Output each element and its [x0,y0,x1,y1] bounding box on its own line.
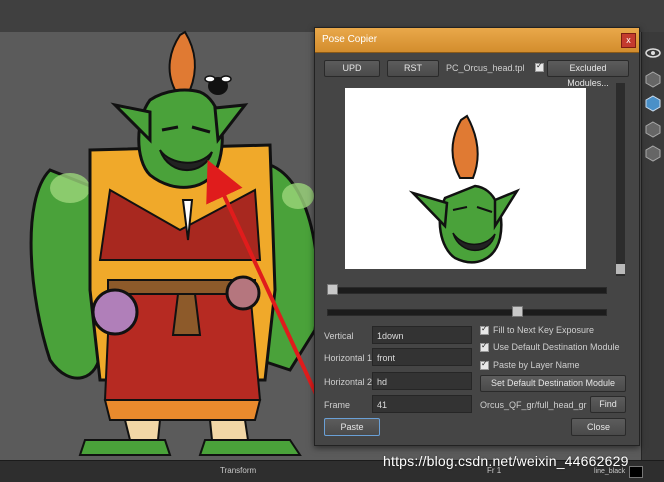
orc-head-thumbnail [408,114,521,264]
window-title-bar[interactable]: Pose Copier x [315,28,639,53]
excluded-modules-button[interactable]: Excluded Modules... [547,60,629,88]
line-color-label: line_black [594,468,626,475]
horizontal1-field[interactable]: front [372,348,472,366]
watermark-text: https://blog.csdn.net/weixin_44662629 [383,453,629,469]
slider-2-thumb[interactable] [512,306,523,317]
cube-icon[interactable] [644,120,662,138]
paste-by-layer-label: Paste by Layer Name [493,360,580,370]
fill-next-key-label: Fill to Next Key Exposure [493,325,595,335]
horizontal1-label: Horizontal 1 [324,353,373,363]
frame-label: Frame [324,400,351,410]
orc-character-artwork [29,30,320,456]
scrollbar-thumb[interactable] [616,264,625,274]
window-title: Pose Copier [322,34,378,45]
vertical-label: Vertical [324,331,354,341]
destination-path: Orcus_QF_gr/full_head_gr [480,400,587,410]
frame-field[interactable]: 41 [372,395,472,413]
horizontal2-label: Horizontal 2 [324,377,373,387]
use-default-dest-checkbox[interactable] [480,341,489,352]
pose-copier-window: Pose Copier x UPD RST PC_Orcus_head.tpl … [314,27,640,446]
eye-icon[interactable] [644,44,662,62]
paste-by-layer-checkbox[interactable] [480,359,489,370]
upd-button[interactable]: UPD [324,60,380,77]
horizontal-slider-2[interactable] [327,309,607,316]
close-button[interactable]: Close [571,418,626,436]
slider-1-thumb[interactable] [327,284,338,295]
paste-button[interactable]: Paste [324,418,380,436]
fill-next-key-checkbox[interactable] [480,324,489,335]
color-swatch[interactable] [629,466,643,478]
rst-button[interactable]: RST [387,60,439,77]
cube-icon[interactable] [644,144,662,162]
find-button[interactable]: Find [590,396,626,413]
right-tool-strip [641,32,664,460]
vertical-field[interactable]: 1down [372,326,472,344]
cube-active-icon[interactable] [644,94,662,112]
set-default-dest-button[interactable]: Set Default Destination Module [480,375,626,392]
horizontal2-field[interactable]: hd [372,372,472,390]
use-default-dest-label: Use Default Destination Module [493,342,620,352]
close-window-button[interactable]: x [621,33,636,48]
horizontal-slider-1[interactable] [327,287,607,294]
preview-vertical-scrollbar[interactable] [616,83,625,276]
transform-status-label: Transform [220,466,257,475]
pose-preview [345,88,586,269]
cube-icon[interactable] [644,70,662,88]
excluded-modules-checkbox[interactable] [535,61,544,72]
template-filename: PC_Orcus_head.tpl [446,63,525,73]
